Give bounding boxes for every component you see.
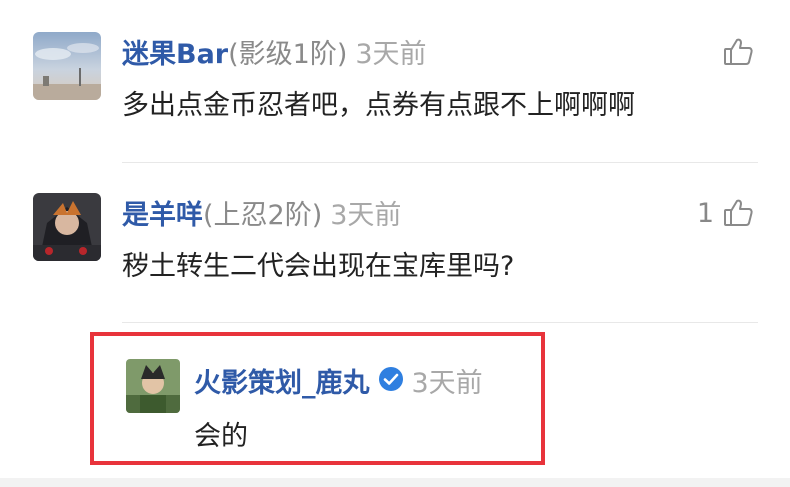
bottom-divider: [0, 478, 790, 487]
username[interactable]: 是羊咩: [122, 200, 203, 231]
user-level: (上忍2阶): [203, 200, 323, 231]
highlighted-reply: 火影策划_鹿丸 3天前 会的: [90, 332, 545, 465]
avatar[interactable]: [126, 359, 180, 413]
comment-text: 多出点金币忍者吧，点券有点跟不上啊啊啊: [122, 90, 635, 121]
thumbs-up-icon: [722, 36, 754, 68]
comment-time: 3天前: [355, 39, 427, 70]
like-button[interactable]: 1: [697, 197, 754, 229]
username[interactable]: 火影策划_鹿丸: [194, 367, 370, 401]
reply-time: 3天前: [411, 367, 483, 399]
comment-text: 秽土转生二代会出现在宝库里吗?: [122, 251, 515, 282]
comment-time: 3天前: [330, 200, 402, 231]
divider: [122, 322, 758, 323]
user-level: (影级1阶): [228, 39, 348, 70]
like-button[interactable]: [714, 36, 754, 68]
thumbs-up-icon: [722, 197, 754, 229]
reply-text: 会的: [194, 421, 248, 452]
divider: [122, 162, 758, 163]
avatar[interactable]: [33, 32, 101, 100]
comment-header: 迷果Bar(影级1阶) 3天前: [122, 38, 427, 72]
username[interactable]: 迷果Bar: [122, 39, 228, 70]
comment-thread: 迷果Bar(影级1阶) 3天前 多出点金币忍者吧，点券有点跟不上啊啊啊 是羊咩(…: [0, 0, 790, 487]
reply-header: 火影策划_鹿丸 3天前: [194, 366, 483, 401]
like-count: 1: [696, 197, 714, 229]
avatar[interactable]: [33, 193, 101, 261]
comment-header: 是羊咩(上忍2阶) 3天前: [122, 199, 401, 233]
verified-check-icon: [378, 366, 404, 401]
